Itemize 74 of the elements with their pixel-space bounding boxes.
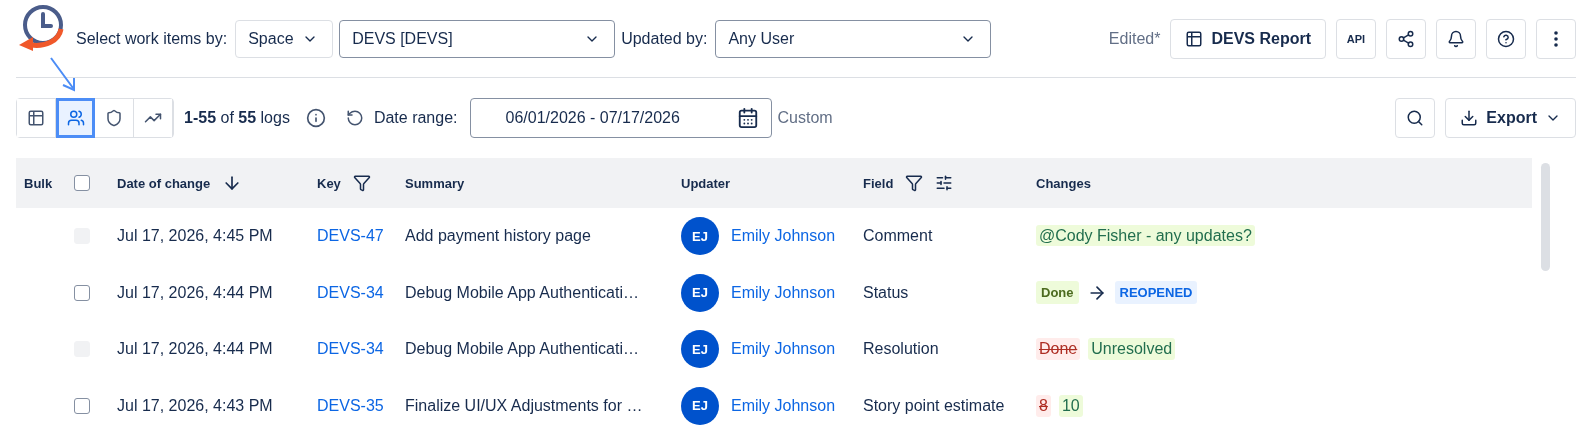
share-button[interactable]: [1386, 18, 1426, 59]
summary-cell-text: Add payment history page: [405, 227, 592, 246]
column-header: Field: [863, 175, 894, 191]
updated-label: Updated by:: [621, 29, 708, 48]
date-cell-text: Jul 17, 2026, 4:44 PM: [117, 340, 274, 359]
bulk-checkbox[interactable]: [74, 175, 90, 191]
field-cell-text: Comment: [863, 227, 934, 246]
column-header: Updater: [681, 175, 731, 191]
status-lozenge: REOPENED: [1114, 281, 1198, 305]
help-icon: [1497, 29, 1515, 48]
table-view-button[interactable]: [17, 99, 56, 137]
people-view-button[interactable]: [56, 98, 95, 138]
date-range-field[interactable]: 06/01/2026 - 07/17/2026: [469, 98, 772, 138]
added-value: Unresolved: [1088, 338, 1176, 361]
column-header: Date of change: [117, 175, 211, 191]
bell-icon: [1447, 29, 1465, 48]
table-icon: [1185, 29, 1204, 48]
summary-cell-text: Finalize UI/UX Adjustments for …: [405, 396, 644, 415]
summary-cell-text: Debug Mobile App Authenticati…: [405, 340, 640, 359]
select-label: Select work items by:: [76, 29, 228, 48]
date-cell-text: Jul 17, 2026, 4:43 PM: [117, 396, 274, 415]
status-lozenge: Done: [1036, 281, 1079, 305]
info-icon[interactable]: [305, 108, 326, 128]
calendar-icon[interactable]: [736, 107, 759, 129]
field-cell-text: Resolution: [863, 340, 940, 359]
search-icon: [1406, 109, 1425, 127]
export-button[interactable]: Export: [1445, 98, 1576, 138]
field-cell-text: Status: [863, 283, 910, 302]
custom-label: Custom: [777, 109, 833, 127]
removed-value: 8: [1036, 394, 1051, 417]
more-button[interactable]: [1536, 18, 1576, 59]
shield-icon: [105, 109, 123, 127]
user-avatar: EJ: [681, 273, 719, 312]
column-header: Summary: [405, 175, 465, 191]
comment-text: @Cody Fisher - any updates?: [1036, 225, 1255, 247]
date-cell-text: Jul 17, 2026, 4:44 PM: [117, 283, 274, 302]
scope-dropdown[interactable]: Space: [235, 19, 334, 58]
user-dropdown[interactable]: Any User: [715, 19, 992, 58]
sliders-icon[interactable]: [935, 174, 954, 192]
notification-button[interactable]: [1436, 18, 1476, 59]
removed-value: Done: [1036, 338, 1081, 361]
column-header: Bulk: [24, 175, 53, 191]
filter-icon[interactable]: [905, 174, 924, 192]
api-button[interactable]: API: [1336, 18, 1376, 59]
table-icon: [27, 109, 45, 127]
report-button[interactable]: DEVS Report: [1170, 18, 1326, 59]
edited-label: Edited*: [1108, 29, 1161, 48]
column-header: Changes: [1036, 175, 1091, 191]
user-avatar: EJ: [681, 330, 719, 369]
key-link[interactable]: DEVS-35: [317, 396, 384, 414]
log-count: 1-55 of 55 logs: [184, 109, 290, 127]
user-avatar: EJ: [681, 217, 719, 256]
date-cell-text: Jul 17, 2026, 4:45 PM: [117, 227, 274, 246]
share-icon: [1397, 29, 1415, 48]
summary-cell-text: Debug Mobile App Authenticati…: [405, 283, 640, 302]
row-checkbox[interactable]: [74, 284, 90, 301]
updater-link[interactable]: Emily Johnson: [731, 396, 836, 415]
scrollbar[interactable]: [1541, 163, 1550, 271]
key-link[interactable]: DEVS-34: [317, 283, 384, 301]
row-checkbox[interactable]: [74, 397, 90, 414]
filter-icon[interactable]: [352, 174, 371, 192]
people-icon: [66, 109, 85, 127]
download-icon: [1460, 109, 1479, 127]
reset-icon[interactable]: [345, 109, 364, 127]
search-button[interactable]: [1395, 98, 1436, 138]
project-dropdown[interactable]: DEVS [DEVS]: [339, 19, 616, 58]
user-avatar: EJ: [681, 386, 719, 425]
added-value: 10: [1058, 394, 1083, 417]
column-header: Key: [317, 175, 341, 191]
more-icon: [1554, 30, 1558, 47]
field-cell-text: Story point estimate: [863, 396, 1006, 415]
updater-link[interactable]: Emily Johnson: [731, 283, 836, 302]
help-button[interactable]: [1486, 18, 1526, 59]
date-range-label: Date range:: [373, 109, 458, 127]
